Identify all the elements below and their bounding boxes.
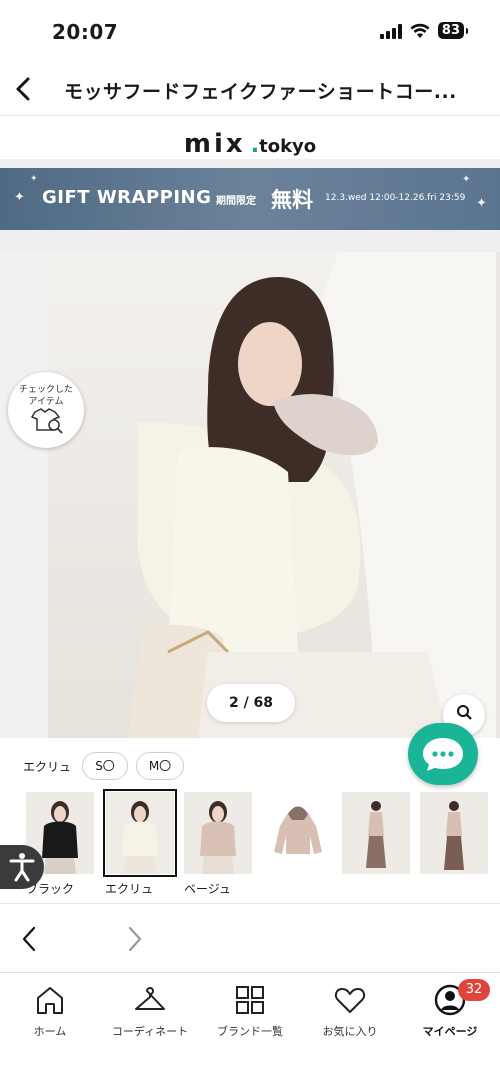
selected-color-label: エクリュ	[23, 760, 72, 774]
thumbnail-beige[interactable]	[184, 792, 252, 874]
size-chip-s[interactable]: S〇	[82, 752, 128, 780]
nav-brands-label: ブランド一覧	[217, 1025, 283, 1038]
product-image[interactable]	[48, 252, 496, 738]
thumbnail-label-beige: ベージュ	[184, 882, 231, 896]
signal-icon	[379, 23, 402, 39]
thumbnail-styling-1[interactable]	[342, 792, 410, 874]
notification-badge: 32	[458, 979, 490, 1001]
checked-items-label: チェックした アイテム	[18, 385, 73, 407]
page-header: モッサフードフェイクファーショートコー...	[0, 66, 500, 116]
shirt-search-icon	[30, 408, 63, 434]
nav-coordinate-label: コーディネート	[111, 1025, 189, 1038]
nav-favorites[interactable]: お気に入り	[300, 983, 400, 1045]
next-arrow-icon[interactable]	[122, 925, 146, 953]
bottom-navigation: ホーム コーディネート ブランド一覧 お気に入り マイページ 32	[0, 972, 500, 1080]
divider	[0, 903, 500, 904]
thumbnail-ecru[interactable]	[103, 789, 177, 877]
color-thumbnail-list: ブラック エクリュ ベージュ	[0, 789, 500, 900]
image-page-indicator: 2 / 68	[207, 684, 295, 722]
nav-brands[interactable]: ブランド一覧	[200, 983, 300, 1045]
banner-limited: 期間限定	[216, 196, 256, 207]
accessibility-button[interactable]	[0, 845, 44, 889]
logo-sub: tokyo	[259, 136, 317, 157]
sparkle-icon: ✦	[476, 196, 487, 211]
wifi-icon	[410, 23, 430, 38]
status-bar: 20:07 83	[0, 0, 500, 66]
banner-free: 無料	[271, 188, 313, 212]
checked-items-button[interactable]: チェックした アイテム	[8, 372, 84, 448]
size-chip-m[interactable]: M〇	[136, 752, 184, 780]
nav-home[interactable]: ホーム	[0, 983, 100, 1045]
thumbnail-coat-flat[interactable]	[264, 792, 332, 874]
sparkle-icon: ✦	[30, 174, 38, 184]
product-image-carousel[interactable]: チェックした アイテム 2 / 68	[0, 252, 500, 738]
grid-icon	[236, 986, 264, 1014]
thumbnail-label-ecru: エクリュ	[105, 882, 154, 896]
accessibility-icon	[9, 853, 35, 882]
page-title: モッサフードフェイクファーショートコー...	[64, 81, 457, 103]
nav-mypage[interactable]: マイページ 32	[400, 979, 500, 1045]
logo-main: mix	[183, 129, 246, 159]
home-icon	[37, 987, 63, 1014]
brand-logo-row: mix .tokyo	[0, 117, 500, 165]
nav-mypage-label: マイページ	[422, 1025, 478, 1038]
logo-dot: .	[250, 133, 260, 158]
back-arrow-icon[interactable]	[10, 74, 40, 104]
model-illustration	[128, 252, 496, 738]
status-time: 20:07	[52, 20, 119, 44]
banner-dates: 12.3.wed 12:00-12.26.fri 23:59	[325, 193, 466, 203]
previous-arrow-icon[interactable]	[18, 925, 42, 953]
nav-home-label: ホーム	[33, 1025, 67, 1038]
status-icons: 83	[379, 22, 469, 39]
sparkle-icon: ✦	[462, 174, 471, 185]
battery-indicator: 83	[437, 22, 469, 39]
hanger-icon	[135, 987, 165, 1010]
heart-icon	[334, 988, 366, 1013]
sparkle-icon: ✦	[14, 190, 25, 205]
variant-row: エクリュ S〇 M〇	[0, 752, 500, 782]
banner-title: GIFT WRAPPING	[42, 187, 212, 208]
thumbnail-styling-2[interactable]	[420, 792, 488, 874]
previous-image-edge	[0, 252, 48, 738]
brand-logo[interactable]: mix .tokyo	[0, 129, 500, 159]
nav-favorites-label: お気に入り	[322, 1025, 378, 1038]
nav-coordinate[interactable]: コーディネート	[100, 983, 200, 1045]
gift-wrapping-banner[interactable]: ✦ ✦ ✦ ✦ GIFT WRAPPING 期間限定 無料 12.3.wed 1…	[0, 168, 500, 230]
